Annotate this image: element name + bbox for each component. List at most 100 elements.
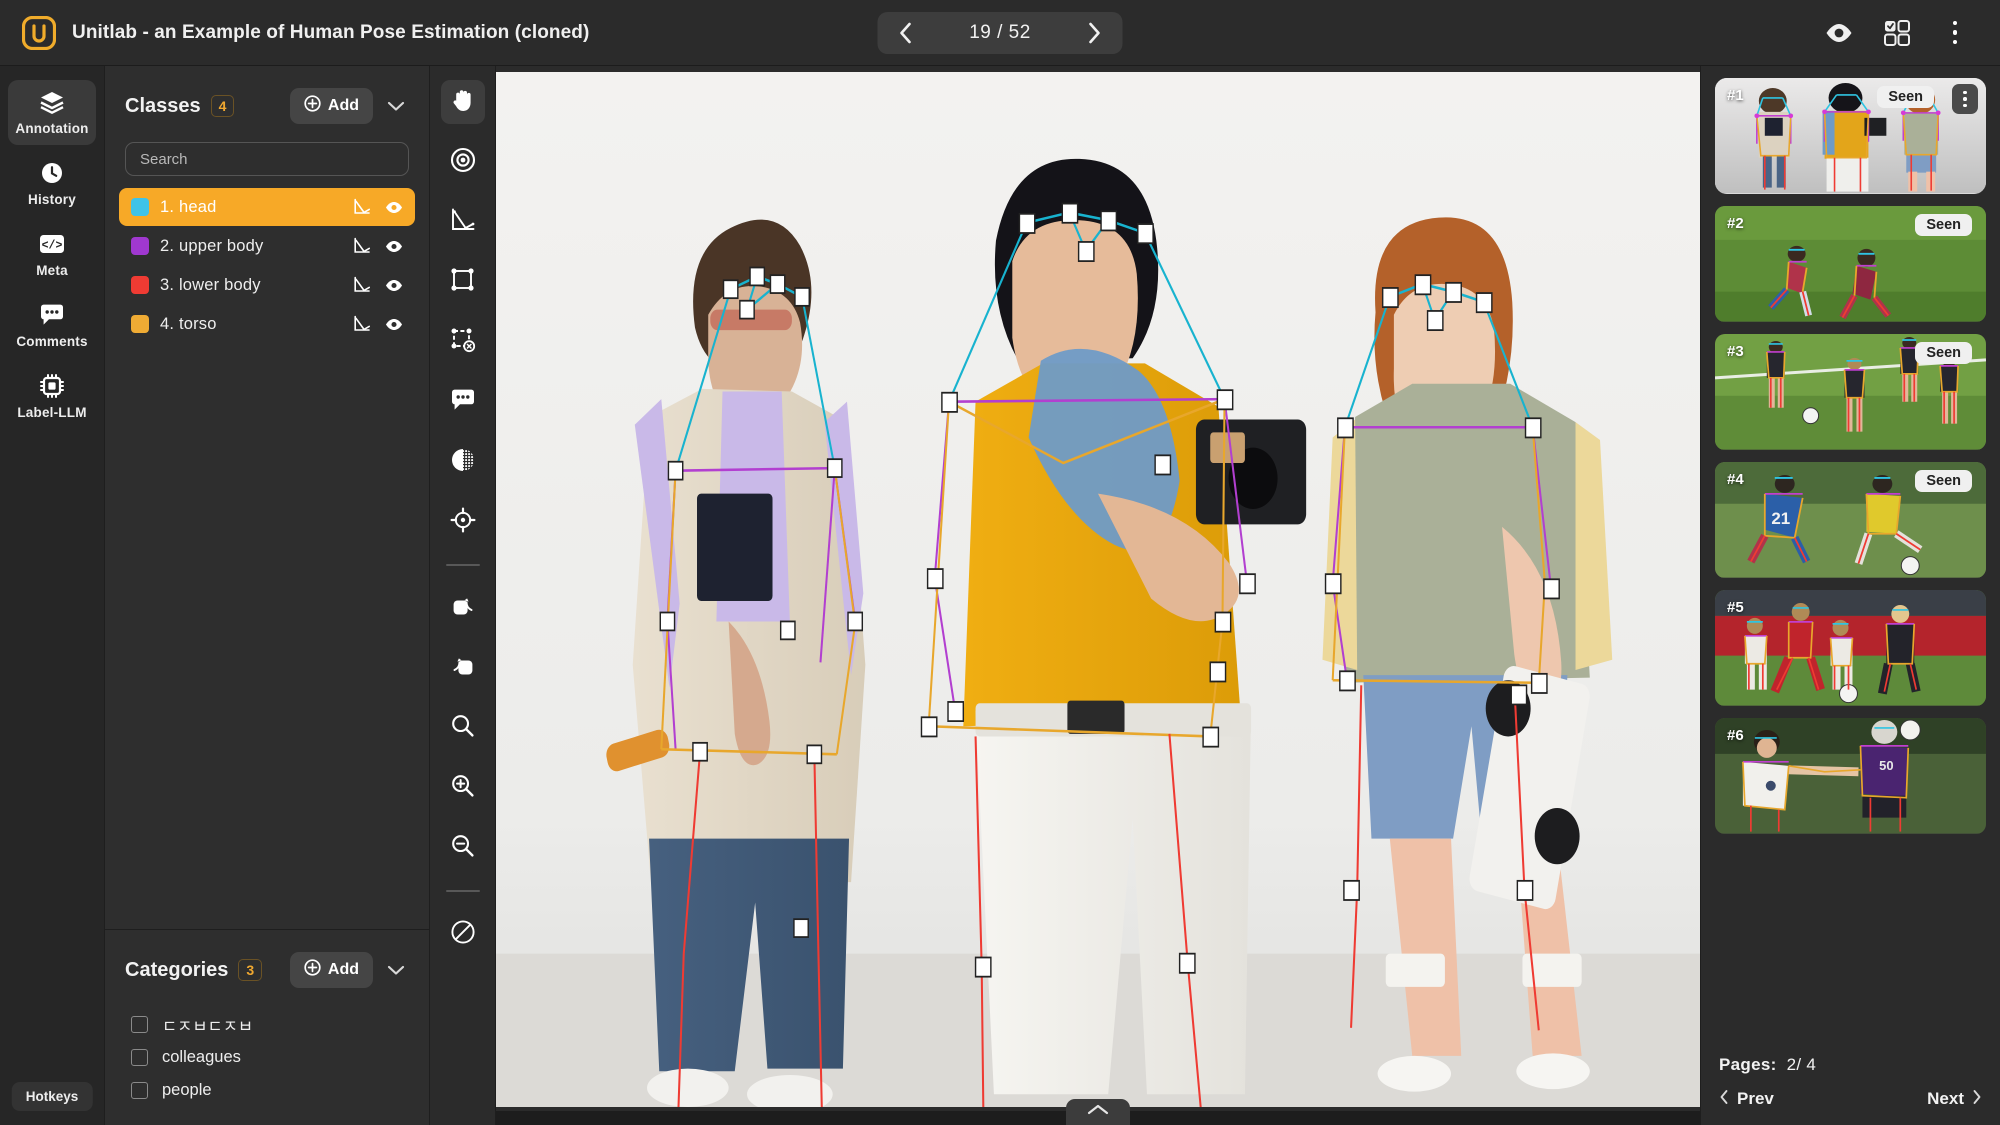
category-row-colleagues[interactable]: colleagues (119, 1041, 415, 1074)
search-input[interactable] (125, 142, 409, 176)
tool-rail (430, 66, 496, 1125)
crosshair-tool[interactable] (441, 500, 485, 544)
clear-tool[interactable] (441, 912, 485, 956)
thumbnail-item-1[interactable]: #1 Seen (1715, 78, 1986, 194)
canvas-area (496, 66, 1700, 1125)
line-chart-icon[interactable] (353, 276, 371, 294)
thumbnail-item-3[interactable]: #3 Seen (1715, 334, 1986, 450)
class-color-swatch (131, 276, 149, 294)
thumbnail-item-5[interactable]: #5 (1715, 590, 1986, 706)
category-row-0[interactable]: ㄷㅈㅂㄷㅈㅂ (119, 1008, 415, 1041)
zoom-in-tool[interactable] (441, 766, 485, 810)
canvas-collapse-handle[interactable] (1066, 1099, 1130, 1125)
sidebar-item-annotation[interactable]: Annotation (8, 80, 96, 145)
category-checkbox[interactable] (131, 1016, 148, 1033)
eye-icon[interactable] (385, 237, 403, 255)
class-label: 3. lower body (160, 276, 261, 295)
category-checkbox[interactable] (131, 1049, 148, 1066)
comment-tool[interactable] (441, 380, 485, 424)
pager-next-button[interactable] (1074, 16, 1114, 50)
grid-select-icon[interactable] (1882, 18, 1912, 48)
class-row-torso[interactable]: 4. torso (119, 305, 415, 343)
category-label: colleagues (162, 1048, 241, 1067)
add-category-button[interactable]: Add (290, 952, 373, 988)
annotation-overlay (496, 72, 1700, 1107)
sidebar-item-meta[interactable]: </> Meta (8, 222, 96, 287)
undo-tool[interactable] (441, 646, 485, 690)
target-dot-icon (450, 147, 476, 178)
category-row-people[interactable]: people (119, 1074, 415, 1107)
categories-title: Categories (125, 959, 228, 982)
search-tool[interactable] (441, 706, 485, 750)
thumbnail-item-6[interactable]: 50 #6 (1715, 718, 1986, 834)
category-label: people (162, 1081, 212, 1100)
chevron-down-icon[interactable] (383, 93, 409, 119)
comment-icon (39, 303, 65, 327)
category-checkbox[interactable] (131, 1082, 148, 1099)
brightness-tool[interactable] (441, 440, 485, 484)
hand-tool[interactable] (441, 80, 485, 124)
zoom-out-icon (450, 833, 475, 863)
sidebar-item-history[interactable]: History (8, 151, 96, 216)
status-badge: Seen (1915, 342, 1972, 364)
thumbnail-image (1715, 78, 1986, 194)
bounding-box-tool[interactable] (441, 260, 485, 304)
search-icon (450, 713, 475, 743)
contrast-icon (450, 447, 476, 478)
eye-icon[interactable] (385, 276, 403, 294)
zoom-in-icon (450, 773, 475, 803)
line-chart-icon (450, 207, 476, 238)
eye-icon[interactable] (385, 315, 403, 333)
thumbnail-menu-button[interactable] (1952, 84, 1978, 114)
thumbnail-number: #3 (1727, 343, 1744, 360)
zoom-out-tool[interactable] (441, 826, 485, 870)
class-row-head[interactable]: 1. head (119, 188, 415, 226)
page-title: Unitlab - an Example of Human Pose Estim… (72, 22, 589, 44)
chevron-up-icon (1087, 1103, 1109, 1121)
eye-icon[interactable] (385, 198, 403, 216)
redo-tool[interactable] (441, 586, 485, 630)
top-bar: Unitlab - an Example of Human Pose Estim… (0, 0, 2000, 66)
prev-page-button[interactable]: Prev (1719, 1089, 1774, 1109)
class-row-upper-body[interactable]: 2. upper body (119, 227, 415, 265)
eye-icon[interactable] (1824, 18, 1854, 48)
chevron-left-icon (1719, 1089, 1729, 1109)
thumbnail-number: #1 (1727, 87, 1744, 104)
sidebar-item-comments[interactable]: Comments (8, 293, 96, 358)
classes-section: Classes 4 Add (105, 66, 429, 923)
line-chart-icon[interactable] (353, 237, 371, 255)
thumbnail-item-4[interactable]: 21 #4 Seen (1715, 462, 1986, 578)
pages-label: Pages: (1719, 1055, 1777, 1074)
category-list: ㄷㅈㅂㄷㅈㅂ colleagues people (105, 1002, 429, 1107)
class-label: 2. upper body (160, 237, 264, 256)
more-vertical-icon[interactable] (1940, 18, 1970, 48)
class-row-lower-body[interactable]: 3. lower body (119, 266, 415, 304)
hotkeys-button[interactable]: Hotkeys (12, 1082, 93, 1111)
pager-label: 19 / 52 (969, 22, 1031, 44)
categories-header: Categories 3 Add (105, 930, 429, 1002)
keypoint-tool[interactable] (441, 140, 485, 184)
delete-box-tool[interactable] (441, 320, 485, 364)
annotation-canvas[interactable] (496, 72, 1700, 1107)
chevron-down-icon[interactable] (383, 957, 409, 983)
line-chart-icon[interactable] (353, 315, 371, 333)
sidebar-item-label: History (28, 192, 76, 207)
class-label: 1. head (160, 198, 216, 217)
add-class-button[interactable]: Add (290, 88, 373, 124)
next-page-button[interactable]: Next (1927, 1089, 1982, 1109)
pager-prev-button[interactable] (886, 16, 926, 50)
chevron-right-icon (1972, 1089, 1982, 1109)
thumbnail-item-2[interactable]: #2 Seen (1715, 206, 1986, 322)
add-class-label: Add (328, 97, 359, 115)
code-icon: </> (39, 232, 65, 256)
plus-circle-icon (304, 95, 321, 117)
line-chart-icon[interactable] (353, 198, 371, 216)
thumbnail-number: #5 (1727, 599, 1744, 616)
unitlab-logo-icon (22, 16, 56, 50)
skeleton-tool[interactable] (441, 200, 485, 244)
sidebar-item-label: Comments (16, 334, 87, 349)
classes-title: Classes (125, 95, 201, 118)
sidebar-item-label-llm[interactable]: Label-LLM (8, 364, 96, 429)
svg-text:21: 21 (1771, 509, 1790, 528)
class-color-swatch (131, 315, 149, 333)
